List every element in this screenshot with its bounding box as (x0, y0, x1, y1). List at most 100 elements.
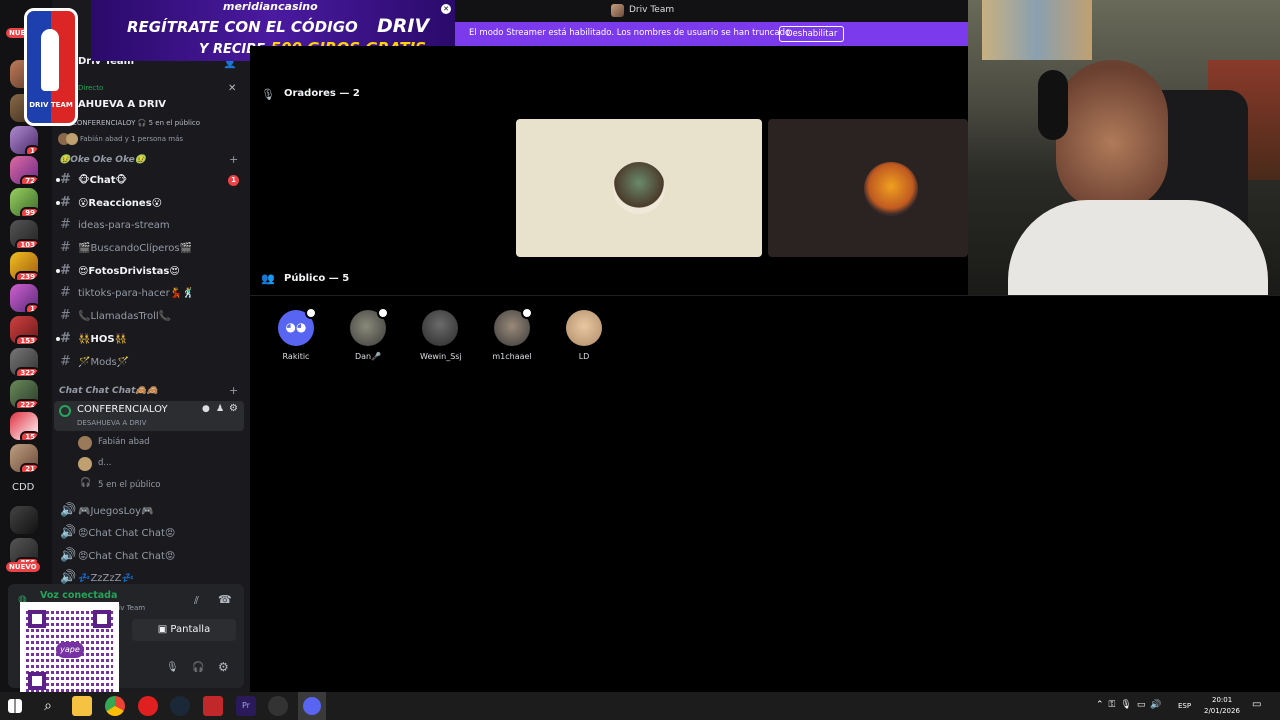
avatar (494, 307, 533, 346)
voice-member[interactable]: d... (78, 456, 238, 472)
hash-icon: # (60, 285, 71, 300)
noise-suppression-icon[interactable]: ⫽ (194, 594, 199, 608)
speaker-tile[interactable] (768, 119, 968, 257)
stage-listeners: 5 en el público (148, 119, 201, 127)
person-head (1056, 60, 1168, 210)
chrome-icon[interactable] (105, 696, 125, 716)
server-icon[interactable]: 222 (10, 380, 38, 408)
clock-date[interactable]: 2/01/2026 (1204, 707, 1240, 715)
server-icon[interactable]: 1 (10, 126, 38, 154)
server-icon[interactable]: 322 (10, 348, 38, 376)
stage-live-card[interactable]: Directo ✕ AHUEVA A DRIV CONFERENCIALOY 🎧… (56, 80, 246, 150)
voice-channel[interactable]: 🔊 😡Chat Chat Chat😡 (60, 524, 175, 542)
avatar: ◕◕ (278, 307, 317, 346)
channel-name: 😍FotosDrivistas😍 (78, 266, 180, 277)
discord-icon[interactable] (298, 692, 326, 720)
notification-icon[interactable]: ▭ (1252, 699, 1261, 710)
audience-member[interactable]: ◕◕ Rakitic (276, 307, 317, 361)
voice-member[interactable]: Fabián abad (78, 435, 238, 451)
audience-member[interactable]: Wewin_Ssj (420, 310, 462, 361)
obs-icon[interactable] (268, 696, 288, 716)
voice-channel[interactable]: 🔊 🎮JuegosLoy🎮 (60, 502, 153, 520)
voice-channel[interactable]: 🔊 😡Chat Chat Chat😡 (60, 547, 175, 565)
add-channel-icon[interactable]: + (229, 384, 238, 397)
screen-share-button[interactable]: ▣ Pantalla (132, 619, 236, 641)
speaker-icon: 🔊 (60, 525, 77, 540)
listeners-count: 5 en el público (98, 480, 161, 490)
disable-streamer-button[interactable]: Deshabilitar (779, 26, 845, 42)
disconnect-icon[interactable]: ☎ (218, 593, 232, 606)
stage-members-text: Fabián abad y 1 persona más (80, 135, 184, 143)
channel-name: 💤ZzZzZ💤 (78, 573, 134, 584)
youtube-icon[interactable] (138, 696, 158, 716)
app-red-icon[interactable] (203, 696, 223, 716)
server-icon[interactable]: 153 (10, 316, 38, 344)
hash-icon: # (60, 195, 71, 210)
channel-reacciones[interactable]: # 😮Reacciones😮 (56, 194, 162, 212)
hash-icon: # (60, 217, 71, 232)
speaker-tile[interactable] (516, 119, 762, 257)
server-icon[interactable]: 1 (10, 284, 38, 312)
avatar (566, 310, 602, 346)
unread-dot (56, 269, 60, 273)
avatar (78, 457, 92, 471)
stage-channel-name: CONFERENCIALOY (72, 119, 136, 127)
clock-time[interactable]: 20:01 (1212, 696, 1232, 704)
tray-icons[interactable]: ⌃⚿🎙▭🔊 (1096, 700, 1167, 710)
server-icon[interactable]: 72 (10, 156, 38, 184)
gear-icon[interactable]: ⚙ (229, 403, 238, 414)
ad-line1: REGÍTRATE CON EL CÓDIGO DRIV (127, 15, 429, 37)
channel-chat[interactable]: # 🐵Chat🐵 (56, 171, 127, 189)
channel-name: tiktoks-para-hacer💃🕺 (78, 288, 195, 299)
channel-name: 📞LlamadasTroll📞 (78, 311, 172, 322)
unread-badge: 15 (20, 431, 38, 440)
channel-llamadas[interactable]: # 📞LlamadasTroll📞 (60, 307, 171, 325)
unread-dot (56, 201, 60, 205)
channel-mods[interactable]: # 🪄Mods🪄 (60, 353, 129, 371)
channel-tiktoks[interactable]: # tiktoks-para-hacer💃🕺 (60, 284, 195, 302)
speakers-header: Oradores — 2 (284, 88, 360, 99)
unread-badge: 72 (20, 175, 38, 184)
audience-member[interactable]: Dan🎤 (348, 307, 389, 361)
language-indicator[interactable]: ESP (1178, 702, 1191, 710)
logo-text: DRIV TEAM (29, 101, 73, 109)
avatar (422, 310, 458, 346)
add-channel-icon[interactable]: + (229, 153, 238, 166)
close-icon[interactable]: ✕ (441, 4, 451, 14)
channel-hos[interactable]: # 👯HOS👯 (56, 330, 127, 348)
steam-icon[interactable] (170, 696, 190, 716)
category-header[interactable]: Chat Chat Chat🙈🙈 (59, 386, 158, 396)
microphone-icon[interactable]: 🎙 (166, 662, 179, 673)
channel-ideas[interactable]: # ideas-para-stream (60, 216, 170, 234)
channel-fotos[interactable]: # 😍FotosDrivistas😍 (56, 262, 180, 280)
premiere-icon[interactable]: Pr (236, 696, 256, 716)
voice-channel-active[interactable]: CONFERENCIALOY DESAHUEVA A DRIV ● ♟ ⚙ (54, 401, 244, 431)
server-icon[interactable]: 21 (10, 444, 38, 472)
server-icon[interactable]: 99 (10, 188, 38, 216)
live-label: Directo (78, 84, 104, 92)
mini-badge-icon (377, 307, 389, 319)
invite-icon[interactable]: ♟ (216, 404, 224, 414)
wall-posters (982, 0, 1092, 60)
windows-start-icon[interactable] (8, 699, 22, 713)
file-explorer-icon[interactable] (72, 696, 92, 716)
audience-name: LD (578, 352, 590, 361)
server-label-cdd[interactable]: CDD (12, 482, 34, 493)
server-icon[interactable]: 103 (10, 220, 38, 248)
server-icon[interactable] (10, 506, 38, 534)
server-icon[interactable]: 15 (10, 412, 38, 440)
close-icon[interactable]: ✕ (228, 83, 236, 94)
unread-badge: 222 (15, 399, 38, 408)
channel-buscando[interactable]: # 🎬BuscandoClíperos🎬 (60, 239, 192, 257)
chat-icon[interactable]: ● (202, 404, 210, 414)
server-icon[interactable]: 239 (10, 252, 38, 280)
channel-name: 🎬BuscandoClíperos🎬 (78, 243, 192, 254)
unread-badge: 99 (20, 207, 38, 216)
category-header[interactable]: 🤢Oke Oke Oke🤢 (59, 155, 146, 165)
audience-member[interactable]: m1chaael (492, 307, 533, 361)
headphones-icon[interactable]: 🎧 (192, 662, 204, 673)
audience-member[interactable]: LD (564, 310, 604, 361)
gear-icon[interactable]: ⚙ (218, 660, 229, 674)
unread-badge: 1 (25, 145, 38, 154)
search-icon[interactable]: ⌕ (38, 696, 58, 716)
